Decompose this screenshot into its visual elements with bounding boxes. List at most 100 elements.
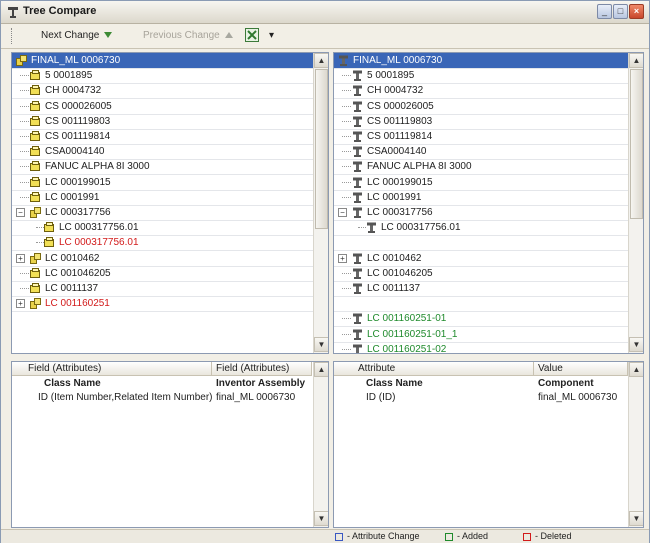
tree-node[interactable]: LC 0011137 bbox=[334, 281, 628, 296]
tree-node[interactable]: LC 000199015 bbox=[334, 175, 628, 190]
tree-node[interactable]: LC 000317756.01 bbox=[12, 235, 313, 250]
right-tree-pane[interactable]: FINAL_ML 0006730 5 0001895 CH 0004732 CS 00… bbox=[333, 52, 644, 354]
attribute-change-swatch-icon bbox=[335, 532, 343, 541]
tree-node[interactable]: LC 000199015 bbox=[12, 175, 313, 190]
tree-node[interactable]: FANUC ALPHA 8I 3000 bbox=[334, 159, 628, 174]
right-attr-header-1[interactable]: Attribute bbox=[334, 362, 534, 376]
tree-node[interactable]: FANUC ALPHA 8I 3000 bbox=[12, 159, 313, 174]
excel-export-icon[interactable] bbox=[245, 28, 259, 42]
right-tree-scrollbar[interactable]: ▲ ▼ bbox=[628, 53, 643, 353]
previous-change-button[interactable]: Previous Change bbox=[143, 29, 233, 43]
tree-connector bbox=[342, 182, 351, 183]
tree-node[interactable]: LC 001046205 bbox=[12, 266, 313, 281]
tree-node[interactable]: CSA0004140 bbox=[12, 144, 313, 159]
maximize-button[interactable]: □ bbox=[613, 4, 628, 19]
tree-node[interactable]: + LC 001160251 bbox=[12, 296, 313, 311]
expand-icon[interactable]: + bbox=[16, 254, 25, 263]
tree-node[interactable]: FINAL_ML 0006730 bbox=[334, 53, 628, 68]
part-icon bbox=[30, 268, 41, 279]
tree-node[interactable]: 5 0001895 bbox=[334, 68, 628, 83]
right-attr-header-2[interactable]: Value bbox=[534, 362, 628, 376]
collapse-icon[interactable]: − bbox=[338, 208, 347, 217]
tree-node-label: LC 0010462 bbox=[367, 253, 422, 264]
tree-node-label: LC 0010462 bbox=[45, 253, 100, 264]
right-attributes-scrollbar[interactable]: ▲ ▼ bbox=[628, 362, 643, 527]
export-dropdown-button[interactable]: ▾ bbox=[269, 29, 274, 43]
left-attr-field: ID (Item Number,Related Item Number) bbox=[38, 392, 213, 403]
scroll-up-button[interactable]: ▲ bbox=[629, 362, 643, 377]
expand-icon[interactable]: + bbox=[16, 299, 25, 308]
tree-node-label: FINAL_ML 0006730 bbox=[31, 55, 121, 66]
tree-node[interactable]: LC 0001991 bbox=[12, 190, 313, 205]
tree-node[interactable]: LC 000317756.01 bbox=[12, 220, 313, 235]
collapse-icon[interactable]: − bbox=[16, 208, 25, 217]
scroll-down-button[interactable]: ▼ bbox=[629, 511, 643, 526]
tree-compare-icon bbox=[8, 7, 18, 18]
tree-node[interactable]: LC 001046205 bbox=[334, 266, 628, 281]
tree-node[interactable]: − LC 000317756 bbox=[12, 205, 313, 220]
scroll-up-button[interactable]: ▲ bbox=[314, 362, 328, 377]
tree-node[interactable]: CH 0004732 bbox=[334, 83, 628, 98]
tree-node-label: CS 001119814 bbox=[45, 131, 111, 142]
tree-connector bbox=[342, 166, 351, 167]
tree-node-label: 5 0001895 bbox=[367, 70, 415, 81]
tree-node[interactable]: FINAL_ML 0006730 bbox=[12, 53, 313, 68]
tree-node[interactable]: CSA0004140 bbox=[334, 144, 628, 159]
tree-node[interactable]: LC 001160251-02 bbox=[334, 342, 628, 353]
tree-connector bbox=[20, 166, 29, 167]
left-attr-header-2[interactable]: Field (Attributes) bbox=[212, 362, 312, 376]
tree-node-label: CS 001119814 bbox=[367, 131, 433, 142]
next-change-button[interactable]: Next Change bbox=[41, 29, 113, 43]
scroll-thumb[interactable] bbox=[315, 69, 328, 229]
tree-node[interactable]: 5 0001895 bbox=[12, 68, 313, 83]
left-tree-scrollbar[interactable]: ▲ ▼ bbox=[313, 53, 328, 353]
tree-node[interactable]: LC 0011137 bbox=[12, 281, 313, 296]
scroll-down-button[interactable]: ▼ bbox=[314, 511, 328, 526]
scroll-down-button[interactable]: ▼ bbox=[629, 337, 643, 352]
legend-attribute-change: - Attribute Change bbox=[335, 531, 420, 542]
tree-node[interactable]: + LC 0010462 bbox=[334, 251, 628, 266]
right-attributes-pane[interactable]: Attribute Value Class Name Component ID … bbox=[333, 361, 644, 528]
component-icon bbox=[352, 253, 363, 264]
tree-node-label: FANUC ALPHA 8I 3000 bbox=[367, 161, 472, 172]
tree-node[interactable]: − LC 000317756 bbox=[334, 205, 628, 220]
scroll-thumb[interactable] bbox=[630, 69, 643, 219]
legend-deleted: - Deleted bbox=[523, 531, 572, 542]
left-attr-header-1[interactable]: Field (Attributes) bbox=[12, 362, 212, 376]
scroll-down-button[interactable]: ▼ bbox=[314, 337, 328, 352]
scroll-up-button[interactable]: ▲ bbox=[314, 53, 328, 68]
tree-node[interactable]: CS 001119814 bbox=[12, 129, 313, 144]
deleted-swatch-icon bbox=[523, 532, 531, 541]
tree-connector bbox=[20, 106, 29, 107]
left-attributes-scrollbar[interactable]: ▲ ▼ bbox=[313, 362, 328, 527]
tree-node[interactable]: LC 000317756.01 bbox=[334, 220, 628, 235]
component-icon bbox=[352, 313, 363, 324]
tree-node-label: LC 001160251-01 bbox=[367, 313, 447, 324]
tree-connector bbox=[342, 136, 351, 137]
scroll-up-button[interactable]: ▲ bbox=[629, 53, 643, 68]
tree-node[interactable]: CS 000026005 bbox=[12, 99, 313, 114]
title-bar[interactable]: Tree Compare _ □ × bbox=[1, 1, 649, 24]
component-icon bbox=[352, 329, 363, 340]
tree-connector bbox=[342, 90, 351, 91]
tree-node[interactable]: CS 001119814 bbox=[334, 129, 628, 144]
tree-node[interactable]: CS 001119803 bbox=[334, 114, 628, 129]
tree-node[interactable]: LC 001160251-01_1 bbox=[334, 327, 628, 342]
tree-node-label: CH 0004732 bbox=[45, 85, 102, 96]
tree-node[interactable]: LC 001160251-01 bbox=[334, 311, 628, 326]
close-button[interactable]: × bbox=[629, 4, 644, 19]
toolbar-grip[interactable] bbox=[11, 28, 15, 44]
minimize-button[interactable]: _ bbox=[597, 4, 612, 19]
tree-node[interactable]: + LC 0010462 bbox=[12, 251, 313, 266]
tree-node[interactable]: CS 000026005 bbox=[334, 99, 628, 114]
tree-node[interactable]: CH 0004732 bbox=[12, 83, 313, 98]
left-attributes-pane[interactable]: Field (Attributes) Field (Attributes) Cl… bbox=[11, 361, 329, 528]
part-icon bbox=[30, 192, 41, 203]
tree-node-label: LC 001160251 bbox=[45, 298, 110, 309]
tree-node[interactable]: CS 001119803 bbox=[12, 114, 313, 129]
expand-icon[interactable]: + bbox=[338, 254, 347, 263]
tree-node[interactable]: LC 0001991 bbox=[334, 190, 628, 205]
column-header-label: Attribute bbox=[358, 363, 396, 374]
row-divider bbox=[12, 311, 328, 312]
left-tree-pane[interactable]: FINAL_ML 0006730 5 0001895 CH 0004732 CS 00… bbox=[11, 52, 329, 354]
